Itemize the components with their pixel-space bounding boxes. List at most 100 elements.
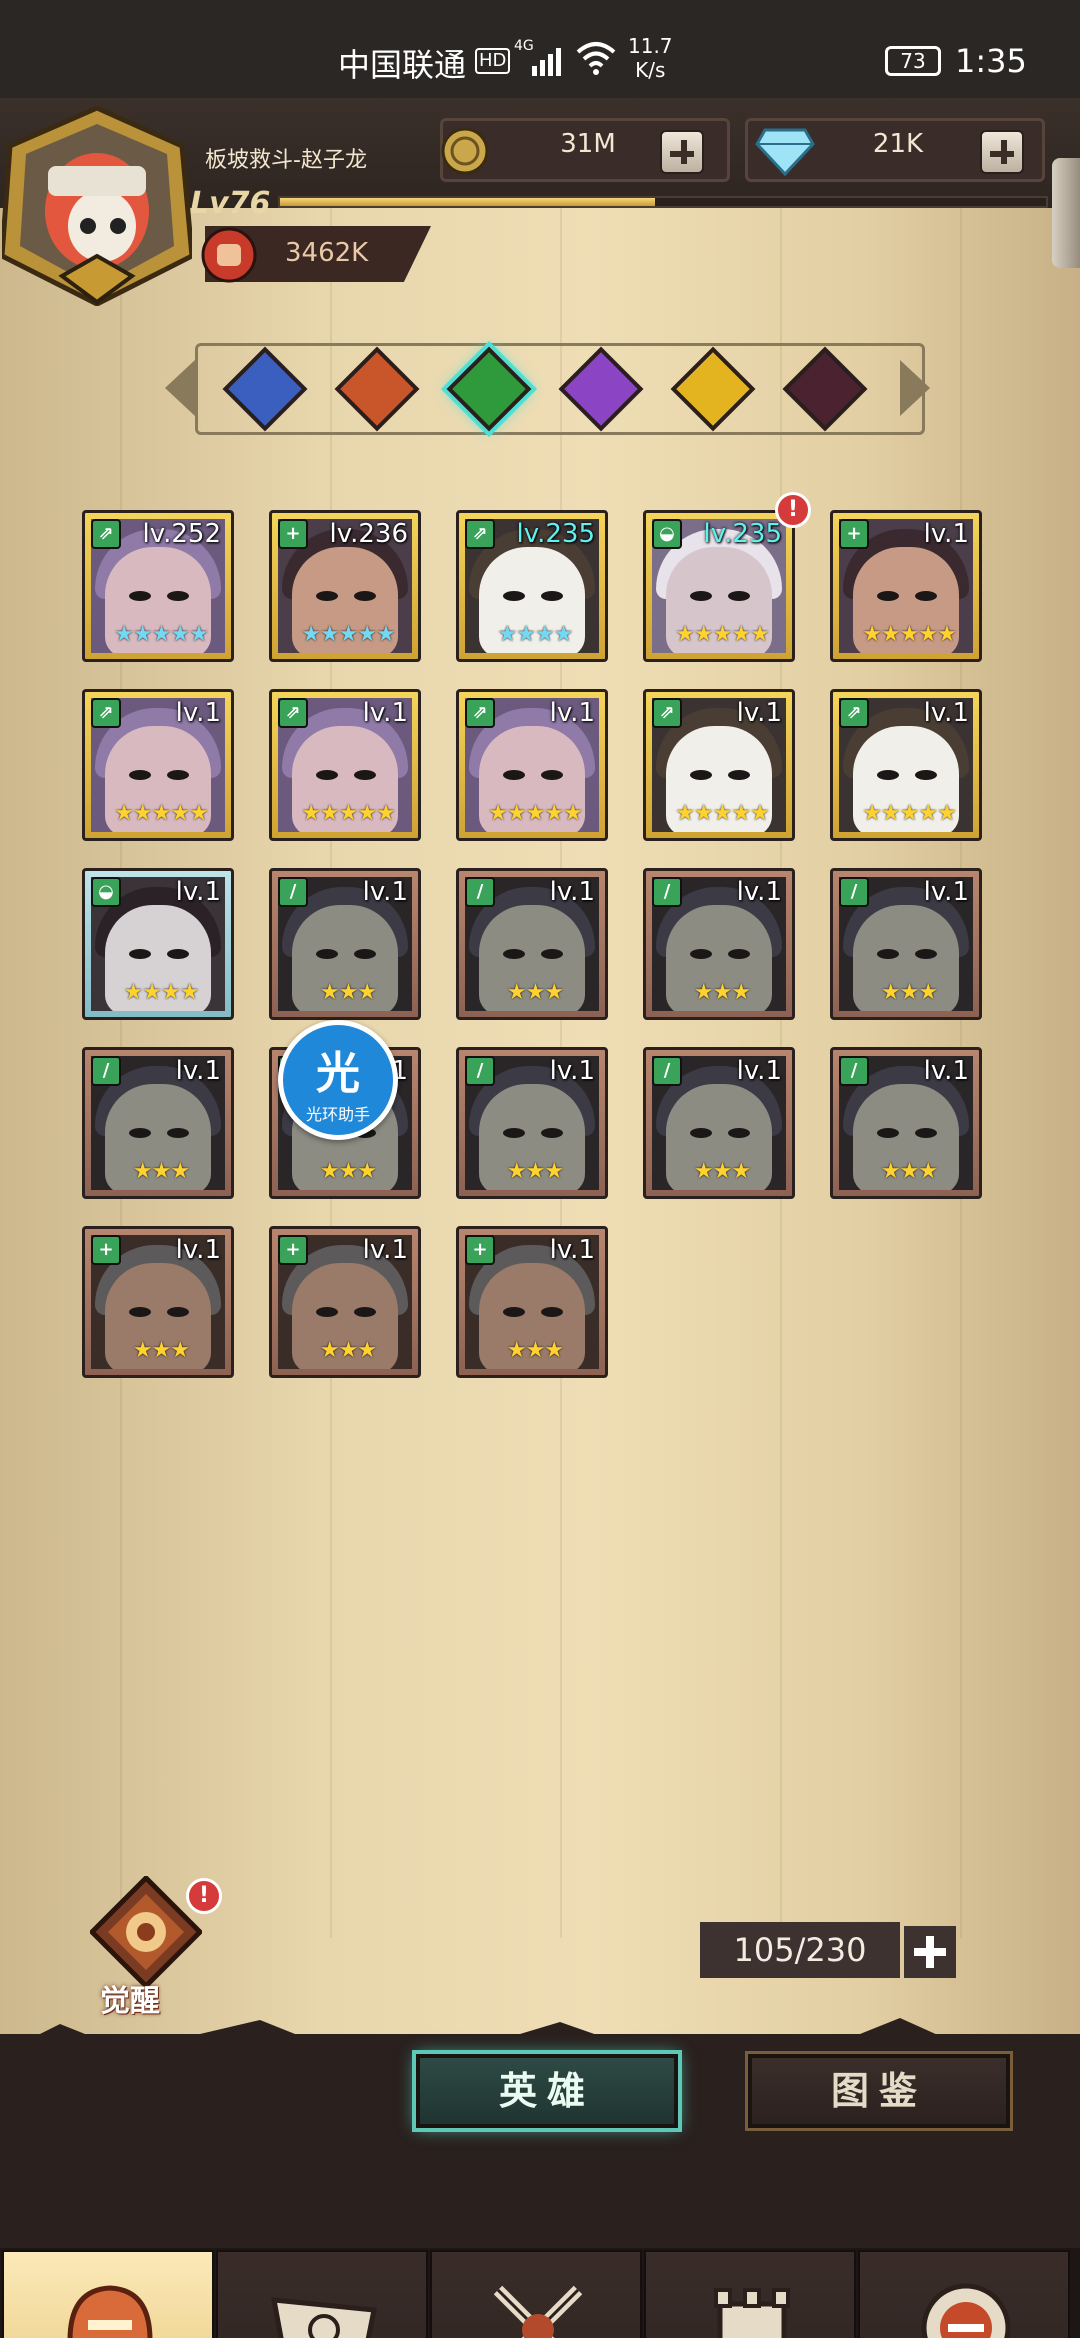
tab-codex[interactable]: 图鉴 bbox=[748, 2054, 1010, 2128]
hero-stars: ★★★ bbox=[319, 980, 377, 1005]
battery-icon: 73 bbox=[885, 46, 941, 76]
nav-handshake-emblem[interactable] bbox=[858, 2250, 1070, 2338]
hero-level: lv.1 bbox=[175, 1056, 221, 1086]
side-menu-tab[interactable] bbox=[1052, 158, 1080, 268]
diamond-amount: 21K bbox=[872, 129, 924, 159]
faction-filter-1[interactable] bbox=[222, 346, 308, 432]
hero-level: lv.1 bbox=[175, 877, 221, 907]
hero-eye bbox=[167, 591, 189, 601]
hero-card[interactable]: + lv.1 ★★★★★ bbox=[830, 510, 982, 662]
hero-card[interactable]: / lv.1 ★★★ bbox=[643, 1047, 795, 1199]
nav-banner-guild[interactable] bbox=[216, 2250, 428, 2338]
bow-icon: ⇗ bbox=[91, 698, 121, 728]
hero-eye bbox=[316, 770, 338, 780]
hero-card[interactable]: + lv.236 ★★★★★ bbox=[269, 510, 421, 662]
tab-heroes[interactable]: 英雄 bbox=[416, 2054, 678, 2128]
hero-card[interactable]: ⇗ lv.1 ★★★★★ bbox=[269, 689, 421, 841]
hero-card[interactable]: ⇗ lv.252 ★★★★★ bbox=[82, 510, 234, 662]
green-clover-faction-icon bbox=[446, 346, 532, 432]
yellow-faction-icon bbox=[670, 346, 756, 432]
hero-card[interactable]: / lv.1 ★★★ bbox=[456, 868, 608, 1020]
banner-guild-icon bbox=[270, 2297, 377, 2338]
hero-eye bbox=[354, 770, 376, 780]
hero-eye bbox=[503, 949, 525, 959]
hero-card[interactable]: + lv.1 ★★★ bbox=[82, 1226, 234, 1378]
hero-card[interactable]: ◒ lv.235 ★★★★★ bbox=[643, 510, 795, 662]
hero-card[interactable]: + lv.1 ★★★ bbox=[269, 1226, 421, 1378]
expand-roster-button[interactable] bbox=[904, 1926, 956, 1978]
add-gold-button[interactable] bbox=[660, 130, 704, 174]
hero-level: lv.1 bbox=[362, 1235, 408, 1265]
faction-filter-2[interactable] bbox=[334, 346, 420, 432]
assistant-label: 光环助手 bbox=[305, 1105, 370, 1124]
hero-eye bbox=[354, 591, 376, 601]
sword-icon: / bbox=[839, 877, 869, 907]
hero-card[interactable]: + lv.1 ★★★ bbox=[456, 1226, 608, 1378]
cross-icon: + bbox=[465, 1235, 495, 1265]
hero-eye bbox=[316, 591, 338, 601]
assistant-float-button[interactable]: 光 光环助手 bbox=[278, 1020, 398, 1140]
bow-icon: ⇗ bbox=[91, 519, 121, 549]
signal-bars-icon bbox=[532, 48, 561, 76]
hero-alert-badge: ! bbox=[775, 492, 811, 528]
cross-icon: + bbox=[839, 519, 869, 549]
hero-stars: ★★★ bbox=[506, 980, 564, 1005]
nav-castle-tower[interactable] bbox=[644, 2250, 856, 2338]
nav-crossed-swords-battle[interactable] bbox=[430, 2250, 642, 2338]
hero-card[interactable]: / lv.1 ★★★ bbox=[830, 868, 982, 1020]
hero-stars: ★★★ bbox=[132, 1338, 190, 1363]
awaken-alert-badge: ! bbox=[186, 1878, 222, 1914]
faction-filter-6[interactable] bbox=[782, 346, 868, 432]
gold-coin-icon bbox=[441, 127, 489, 175]
hero-stars: ★★★★★ bbox=[114, 622, 209, 647]
hero-card[interactable]: ⇗ lv.1 ★★★★★ bbox=[456, 689, 608, 841]
hero-card[interactable]: / lv.1 ★★★ bbox=[82, 1047, 234, 1199]
sword-icon: / bbox=[465, 1056, 495, 1086]
hero-level: lv.1 bbox=[362, 877, 408, 907]
combat-power-value: 3462K bbox=[285, 238, 369, 268]
hero-stars: ★★★★★ bbox=[301, 801, 396, 826]
faction-filter-3[interactable] bbox=[446, 346, 532, 432]
hero-eye bbox=[541, 1307, 563, 1317]
filter-left-arrow-icon bbox=[165, 360, 195, 416]
hero-card[interactable]: / lv.1 ★★★ bbox=[269, 868, 421, 1020]
sword-icon: / bbox=[91, 1056, 121, 1086]
game-screen: 板坡救斗-赵子龙 Lv76 31M 21K 3462K ⇗ lv.252 ★★★★★… bbox=[0, 98, 1080, 2338]
hero-card[interactable]: / lv.1 ★★★ bbox=[643, 868, 795, 1020]
castle-tower-icon bbox=[714, 2288, 790, 2338]
hero-card[interactable]: ⇗ lv.1 ★★★★★ bbox=[830, 689, 982, 841]
hero-card[interactable]: / lv.1 ★★★ bbox=[456, 1047, 608, 1199]
hero-eye bbox=[541, 770, 563, 780]
player-avatar[interactable] bbox=[2, 106, 192, 306]
awaken-label: 觉醒 bbox=[100, 1984, 160, 2019]
hero-eye bbox=[316, 949, 338, 959]
hero-stars: ★★★★ bbox=[497, 622, 574, 647]
hero-eye bbox=[503, 591, 525, 601]
faction-filter-4[interactable] bbox=[558, 346, 644, 432]
hero-level: lv.235 bbox=[703, 519, 782, 549]
faction-filter-5[interactable] bbox=[670, 346, 756, 432]
hero-eye bbox=[728, 949, 750, 959]
dark-faction-icon bbox=[782, 346, 868, 432]
hero-eye bbox=[129, 591, 151, 601]
purple-faction-icon bbox=[558, 346, 644, 432]
hero-card[interactable]: / lv.1 ★★★ bbox=[830, 1047, 982, 1199]
hero-card[interactable]: ⇗ lv.1 ★★★★★ bbox=[82, 689, 234, 841]
hero-card[interactable]: ◒ lv.1 ★★★★ bbox=[82, 868, 234, 1020]
add-diamond-button[interactable] bbox=[980, 130, 1024, 174]
hero-stars: ★★★ bbox=[319, 1338, 377, 1363]
handshake-emblem-icon bbox=[921, 2283, 1011, 2338]
diamond-icon bbox=[755, 128, 815, 176]
hero-card[interactable]: ⇗ lv.235 ★★★★ bbox=[456, 510, 608, 662]
hero-eye bbox=[690, 1128, 712, 1138]
bow-icon: ⇗ bbox=[652, 698, 682, 728]
hero-eye bbox=[503, 1128, 525, 1138]
nav-helmet-hero[interactable]: 英雄 bbox=[2, 2250, 214, 2338]
hero-level: lv.1 bbox=[549, 1056, 595, 1086]
player-level: Lv76 bbox=[190, 186, 271, 221]
hero-card[interactable]: ⇗ lv.1 ★★★★★ bbox=[643, 689, 795, 841]
cross-icon: + bbox=[278, 1235, 308, 1265]
shield-icon: ◒ bbox=[652, 519, 682, 549]
speed-unit: K/s bbox=[635, 58, 666, 82]
roster-count: 105/230 bbox=[700, 1922, 900, 1978]
